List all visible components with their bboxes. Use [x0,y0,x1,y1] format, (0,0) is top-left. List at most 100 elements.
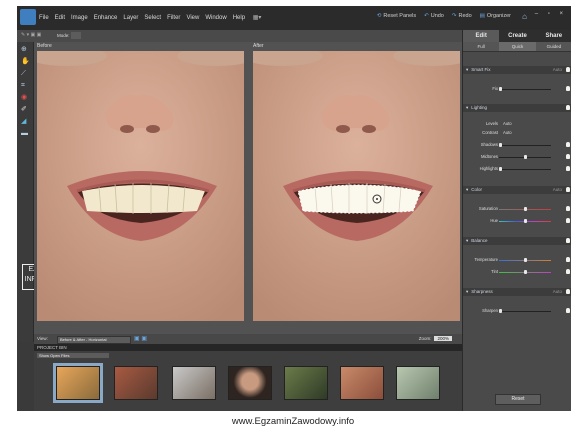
balance-section-header[interactable]: ▾ Balance [463,237,571,245]
lightbulb-icon[interactable] [566,218,570,223]
tab-share[interactable]: Share [536,30,571,42]
levels-label: Levels [485,121,498,126]
lightbulb-icon[interactable] [566,308,570,313]
crop-tool-icon[interactable]: ⌗ [21,82,29,89]
bin-thumbnail[interactable] [396,366,440,400]
menu-help[interactable]: Help [233,15,245,21]
sharpen-slider[interactable] [499,309,551,313]
smart-fix-auto-button[interactable]: Auto [553,66,562,74]
tint-slider[interactable] [499,270,551,274]
zoom-control[interactable]: Zoom: 200% [419,336,452,341]
lightbulb-icon[interactable] [566,86,570,91]
slider-knob[interactable] [524,270,527,274]
bin-thumbnail[interactable] [172,366,216,400]
hand-tool-icon[interactable]: ✋ [21,58,30,65]
color-section-header[interactable]: ▾ Color Auto [463,186,571,194]
zoom-value[interactable]: 200% [434,336,452,341]
lightbulb-icon[interactable] [566,269,570,274]
view-mode-icons[interactable]: ▣ ▣ [134,335,147,342]
highlights-slider[interactable] [499,167,551,171]
window-controls[interactable]: – ▫ × [535,11,567,17]
bin-thumbnail[interactable] [340,366,384,400]
contrast-auto-button[interactable]: Auto [503,130,512,135]
hue-slider[interactable] [499,219,551,223]
lightbulb-icon[interactable] [566,257,570,262]
home-icon[interactable]: ⌂ [522,12,527,21]
sharpness-section-header[interactable]: ▾ Sharpness Auto [463,288,571,296]
lightbulb-icon[interactable] [566,166,570,171]
levels-auto-button[interactable]: Auto [503,121,512,126]
before-after-canvas[interactable]: Before After [34,42,464,334]
shadows-slider[interactable] [499,143,551,147]
black-white-tool-icon[interactable]: ▬ [21,130,29,137]
midtones-slider[interactable] [499,155,551,159]
lightbulb-icon[interactable] [566,206,570,211]
undo-button[interactable]: ↶ Undo [424,13,444,19]
menu-edit[interactable]: Edit [55,15,65,21]
shadows-label: Shadows [480,142,498,147]
subtab-guided[interactable]: Guided [536,42,571,51]
bin-thumbnail[interactable] [284,366,328,400]
action-bar: ⟲ Reset Panels ↶ Undo ↷ Redo ▤ Organizer [377,13,511,19]
reset-panels-button[interactable]: ⟲ Reset Panels [377,13,416,19]
whiten-teeth-tool-icon[interactable]: ✐ [21,106,29,113]
menu-enhance[interactable]: Enhance [94,15,118,21]
bin-thumbnail[interactable] [114,366,158,400]
menu-window[interactable]: Window [205,15,226,21]
menu-file[interactable]: File [39,15,49,21]
view-mode-dropdown[interactable]: Before & After - Horizontal [57,336,131,344]
reset-button[interactable]: Reset [495,394,541,405]
organizer-button[interactable]: ▤ Organizer [480,13,511,19]
organizer-label: Organizer [486,13,511,19]
toolbox: ⊕ ✋ ⟋ ⌗ ◉ ✐ ◢ ▬ [17,42,34,342]
slider-knob[interactable] [499,143,502,147]
sharpness-auto-button[interactable]: Auto [553,288,562,296]
subtab-quick[interactable]: Quick [499,42,536,51]
color-auto-button[interactable]: Auto [553,186,562,194]
lightbulb-icon[interactable] [566,105,570,110]
edit-subtabs: Full Quick Guided [463,42,571,52]
lightbulb-icon[interactable] [566,154,570,159]
bin-thumbnail[interactable] [228,366,272,400]
mode-dropdown[interactable] [71,32,81,39]
menu-select[interactable]: Select [144,15,161,21]
redo-button[interactable]: ↷ Redo [452,13,472,19]
lighting-section-header[interactable]: ▾ Lighting [463,104,571,112]
slider-knob[interactable] [499,87,502,91]
menu-filter[interactable]: Filter [167,15,180,21]
slider-knob[interactable] [499,167,502,171]
smart-fix-section-header[interactable]: ▾ Smart Fix Auto [463,66,571,74]
balance-title: Balance [471,238,488,243]
saturation-slider[interactable] [499,207,551,211]
lightbulb-icon[interactable] [566,289,570,294]
lightbulb-icon[interactable] [566,67,570,72]
view-bar: View: Before & After - Horizontal ▣ ▣ Zo… [34,334,464,344]
layout-icon[interactable]: ▦▾ [253,15,262,21]
red-eye-tool-icon[interactable]: ◉ [21,94,29,101]
slider-knob[interactable] [524,258,527,262]
temperature-slider[interactable] [499,258,551,262]
fix-slider[interactable] [499,87,551,91]
zoom-tool-icon[interactable]: ⊕ [21,46,29,53]
quick-selection-tool-icon[interactable]: ⟋ [21,70,29,77]
brush-tool-options-icon[interactable]: ✎ ▾ ▣ ▣ [21,32,41,38]
menu-layer[interactable]: Layer [123,15,138,21]
slider-knob[interactable] [524,155,527,159]
midtones-label: Midtones [481,154,498,159]
lightbulb-icon[interactable] [566,142,570,147]
show-open-files-dropdown[interactable]: Show Open Files [37,353,109,358]
make-dull-sky-blue-tool-icon[interactable]: ◢ [21,118,29,125]
subtab-full[interactable]: Full [463,42,499,51]
menu-view[interactable]: View [186,15,199,21]
menu-image[interactable]: Image [71,15,88,21]
lightbulb-icon[interactable] [566,238,570,243]
slider-knob[interactable] [524,219,527,223]
slider-knob[interactable] [499,309,502,313]
bin-thumbnail[interactable] [53,363,103,403]
tab-create[interactable]: Create [499,30,535,42]
lighting-title: Lighting [471,105,488,110]
tab-edit[interactable]: Edit [463,30,500,42]
before-label: Before [37,43,52,49]
lightbulb-icon[interactable] [566,187,570,192]
slider-knob[interactable] [524,207,527,211]
